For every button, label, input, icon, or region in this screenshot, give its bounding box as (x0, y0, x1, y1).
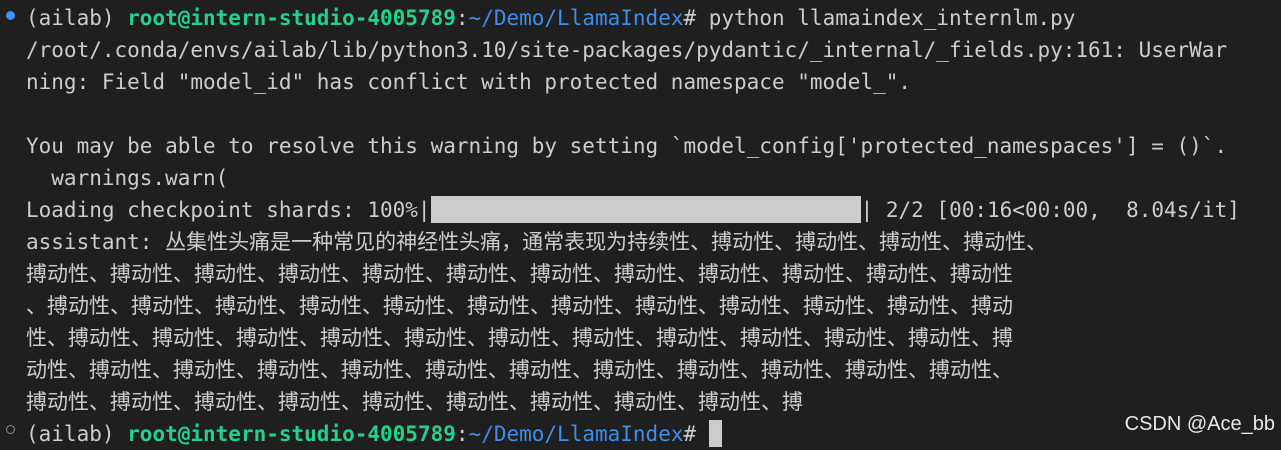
warning-line-1: /root/.conda/envs/ailab/lib/python3.10/s… (26, 38, 1228, 62)
progress-line: Loading checkpoint shards: 100%| | 2/2 [0… (26, 194, 1240, 226)
output-line-1: assistant: 丛集性头痛是一种常见的神经性头痛，通常表现为持续性、搏动性… (26, 230, 1048, 254)
csdn-watermark: CSDN @Ace_bb (1124, 413, 1275, 435)
warning-line-5: warnings.warn( (26, 166, 229, 190)
command-success-dot[interactable] (6, 11, 15, 20)
conda-env: (ailab) (26, 422, 128, 446)
output-line-4: 性、搏动性、搏动性、搏动性、搏动性、搏动性、搏动性、搏动性、搏动性、搏动性、搏动… (26, 326, 1013, 350)
prompt-symbol: # (683, 422, 709, 446)
warning-line-4: You may be able to resolve this warning … (26, 134, 1228, 158)
command-pending-dot[interactable] (6, 425, 15, 434)
output-line-3: 、搏动性、搏动性、搏动性、搏动性、搏动性、搏动性、搏动性、搏动性、搏动性、搏动性… (26, 294, 1013, 318)
warning-line-2: ning: Field "model_id" has conflict with… (26, 70, 912, 94)
current-path: ~/Demo/LlamaIndex (468, 6, 684, 30)
current-path: ~/Demo/LlamaIndex (468, 422, 684, 446)
text-cursor[interactable] (708, 420, 722, 447)
user-host: root@intern-studio-4005789 (127, 422, 456, 446)
progress-prefix: Loading checkpoint shards: 100%| (26, 198, 431, 222)
terminal-window[interactable]: (ailab) root@intern-studio-4005789:~/Dem… (0, 0, 1281, 450)
prompt-line-1: (ailab) root@intern-studio-4005789:~/Dem… (26, 2, 1075, 34)
user-host: root@intern-studio-4005789 (127, 6, 456, 30)
command-text: python llamaindex_internlm.py (708, 6, 1076, 30)
progress-bar (430, 196, 861, 223)
output-line-6: 搏动性、搏动性、搏动性、搏动性、搏动性、搏动性、搏动性、搏动性、搏动性、搏 (26, 390, 803, 414)
prompt-line-2[interactable]: (ailab) root@intern-studio-4005789:~/Dem… (26, 418, 722, 450)
output-line-2: 搏动性、搏动性、搏动性、搏动性、搏动性、搏动性、搏动性、搏动性、搏动性、搏动性、… (26, 262, 1013, 286)
conda-env: (ailab) (26, 6, 128, 30)
progress-suffix: | 2/2 [00:16<00:00, 8.04s/it] (860, 198, 1240, 222)
prompt-colon: : (455, 6, 469, 30)
prompt-symbol: # (683, 6, 709, 30)
output-line-5: 动性、搏动性、搏动性、搏动性、搏动性、搏动性、搏动性、搏动性、搏动性、搏动性、搏… (26, 358, 1013, 382)
prompt-colon: : (455, 422, 469, 446)
